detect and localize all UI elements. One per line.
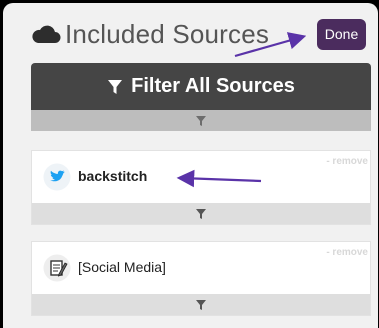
source-name: backstitch: [78, 168, 148, 184]
source-row: [Social Media] - remove: [32, 242, 370, 295]
source-filter-toggle[interactable]: [32, 294, 370, 315]
filter-all-toggle[interactable]: [31, 110, 371, 131]
done-button[interactable]: Done: [317, 19, 366, 50]
filter-icon: [108, 79, 123, 94]
remove-source-link[interactable]: - remove: [326, 156, 368, 167]
filter-all-sources-button[interactable]: Filter All Sources: [31, 63, 371, 110]
page-title: Included Sources: [65, 19, 270, 49]
source-name: [Social Media]: [78, 259, 166, 275]
source-card-social-media: [Social Media] - remove: [31, 241, 371, 316]
remove-source-link[interactable]: - remove: [326, 247, 368, 258]
funnel-icon: [196, 208, 206, 219]
filter-all-label: Filter All Sources: [131, 75, 295, 97]
notepad-pencil-icon: [43, 254, 71, 282]
filter-all-sources: Filter All Sources: [31, 63, 371, 131]
cloud-icon: [32, 25, 61, 43]
twitter-bird-icon: [43, 163, 71, 191]
panel-header: Included Sources Done: [3, 3, 378, 61]
source-row: backstitch - remove: [32, 151, 370, 204]
source-card-backstitch: backstitch - remove: [31, 150, 371, 225]
funnel-icon: [196, 115, 206, 126]
source-filter-toggle[interactable]: [32, 203, 370, 224]
included-sources-panel: Included Sources Done Filter All Sources…: [3, 3, 378, 328]
funnel-icon: [196, 299, 206, 310]
